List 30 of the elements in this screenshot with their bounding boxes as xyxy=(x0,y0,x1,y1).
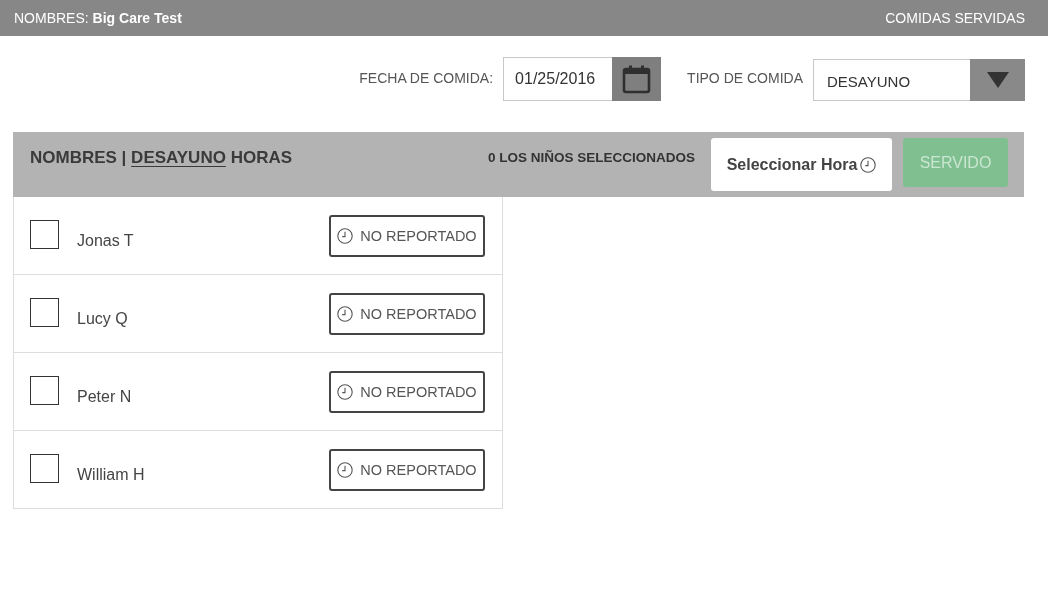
checkbox[interactable] xyxy=(30,297,59,327)
center-name: NOMBRES: Big Care Test xyxy=(14,10,182,26)
checkbox[interactable] xyxy=(30,453,59,483)
caret-icon xyxy=(986,72,1009,88)
selected-count: 0 LOS NIÑOS SELECCIONADOS xyxy=(487,150,695,165)
calendar-button[interactable] xyxy=(612,57,662,101)
child-name: Jonas T xyxy=(77,231,134,250)
clock-icon xyxy=(337,305,354,322)
select-time-button[interactable]: Seleccionar Hora xyxy=(711,138,892,191)
meal-link[interactable]: DESAYUNO xyxy=(131,148,226,167)
child-name: Lucy Q xyxy=(77,309,128,328)
status-button[interactable]: NO REPORTADO xyxy=(329,214,485,257)
calendar-icon xyxy=(622,64,652,94)
child-name: Peter N xyxy=(77,387,132,406)
dropdown-button[interactable] xyxy=(970,59,1025,101)
clock-icon xyxy=(860,156,877,173)
checkbox[interactable] xyxy=(30,375,59,405)
date-label: FECHA DE COMIDA: xyxy=(359,69,494,86)
child-name: William H xyxy=(77,465,145,484)
page-title: COMIDAS SERVIDAS xyxy=(885,10,1025,26)
status-button[interactable]: NO REPORTADO xyxy=(329,448,485,491)
date-field[interactable]: 01/25/2016 xyxy=(503,57,613,101)
clock-icon xyxy=(337,227,354,244)
clock-icon xyxy=(337,461,354,478)
meal-type-label: TIPO DE COMIDA xyxy=(687,69,803,86)
status-button[interactable]: NO REPORTADO xyxy=(329,292,485,335)
status-button[interactable]: NO REPORTADO xyxy=(329,370,485,413)
clock-icon xyxy=(337,383,354,400)
checkbox[interactable] xyxy=(30,219,59,249)
list-title: NOMBRES | DESAYUNO HORAS xyxy=(30,148,293,168)
